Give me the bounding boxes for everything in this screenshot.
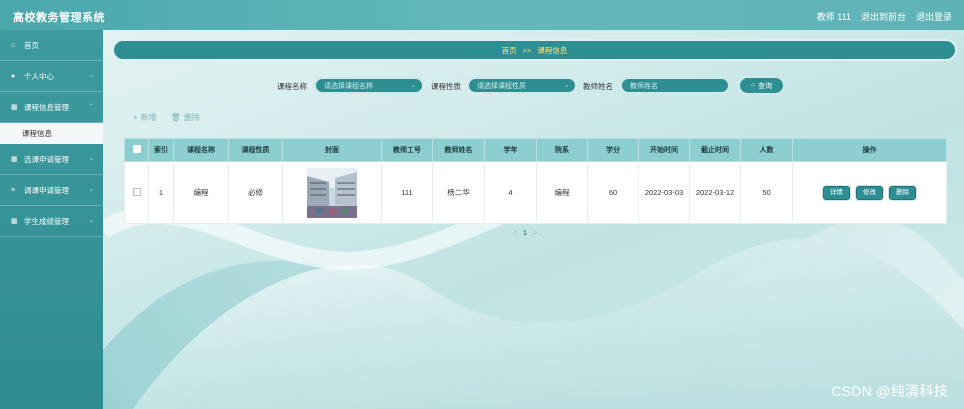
list-icon: ≡ [11,186,16,194]
breadcrumb: 首页 >> 课程信息 [112,39,957,61]
cell-start-date: 2022-03-03 [638,161,690,224]
cell-credit: 60 [587,161,639,224]
chevron-up-icon: ⌃ [88,104,94,110]
column-header: 院系 [536,138,588,162]
breadcrumb-current: 课程信息 [537,45,568,55]
column-header: 课程性质 [228,138,283,162]
chevron-down-icon: ⌄ [88,156,94,162]
row-checkbox[interactable] [132,187,141,196]
cell-end-date: 2022-03-12 [689,161,741,224]
detail-button[interactable]: 详情 [822,185,850,200]
breadcrumb-separator: >> [522,45,532,55]
sidebar-subitem-course-info[interactable]: 课程信息 [0,123,103,144]
cell-count: 50 [740,161,793,224]
row-delete-button[interactable]: 删除 [889,185,917,200]
page-number-button[interactable]: 1 [523,230,527,237]
top-bar: 高校教务管理系统 教师 111 退出到前台 退出登录 [0,0,964,30]
teacher-name-input[interactable]: 教师姓名 [620,77,730,94]
sidebar-item-score-manage[interactable]: ▦ 学生成绩管理 ⌄ [0,206,103,237]
home-icon: ⌂ [11,41,16,49]
table-header-row: 索引 课程名称 课程性质 封面 教师工号 教师姓名 学年 院系 学分 开始时间 … [124,138,947,162]
cell-index: 1 [148,161,174,224]
teacher-name-placeholder: 教师姓名 [630,82,658,90]
pagination: < 1 > [513,230,537,237]
user-name: 教师 111 [816,12,851,22]
add-button-label: 新增 [140,113,157,122]
column-header: 操作 [792,138,947,162]
app-title: 高校教务管理系统 [13,12,105,24]
grid-icon: ▦ [11,156,18,163]
sidebar-item-select-apply[interactable]: ▦ 选课申请管理 ⌄ [0,144,103,175]
sidebar-item-label: 选课申请管理 [24,154,69,164]
chevron-down-icon: ⌄ [563,83,569,89]
grid-icon: ▦ [11,218,18,225]
cell-course-name: 编程 [173,161,229,224]
edit-button[interactable]: 修改 [856,185,883,200]
course-name-placeholder: 请选择课程名称 [324,82,373,90]
course-name-select[interactable]: 请选择课程名称 ⌄ [314,77,424,94]
trash-icon: 🗑 [170,113,181,122]
column-header: 课程名称 [173,138,229,162]
course-type-select[interactable]: 请选择课程性质 ⌄ [467,77,577,94]
row-select-cell[interactable] [124,161,149,224]
column-header: 学分 [587,138,639,162]
sidebar-item-label: 首页 [24,40,39,50]
table-actions: + 新增 🗑 删除 [133,112,200,123]
cell-operations: 详情 修改 删除 [792,161,947,224]
cell-teacher-name: 杨二华 [432,161,485,224]
cover-image [307,167,357,218]
sidebar-item-label: 学生成绩管理 [24,216,69,226]
sidebar-item-label: 调课申请管理 [24,185,69,195]
exit-to-front-link[interactable]: 退出到前台 [861,10,906,23]
sidebar-item-profile[interactable]: ● 个人中心 ⌄ [0,61,103,92]
select-all-cell[interactable] [124,138,149,162]
watermark: CSDN @纯清科技 [831,383,948,399]
query-button[interactable]: ○ 查询 [738,76,785,95]
plus-icon: + [133,113,138,122]
cell-course-type: 必修 [228,161,283,224]
chevron-down-icon: ⌄ [88,218,94,224]
sidebar: ⌂ 首页 ● 个人中心 ⌄ ▦ 课程信息管理 ⌃ 课程信息 ▦ 选课申请管理 ⌄… [0,30,103,409]
column-header: 学年 [484,138,537,162]
course-type-label: 课程性质 [431,82,461,91]
sidebar-item-home[interactable]: ⌂ 首页 [0,30,103,61]
column-header: 开始时间 [638,138,690,162]
next-page-button[interactable]: > [533,230,537,237]
column-header: 截止时间 [689,138,741,162]
breadcrumb-home[interactable]: 首页 [502,45,517,56]
teacher-name-label: 教师姓名 [583,82,613,91]
user-menu: 教师 111 退出到前台 退出登录 [817,10,952,23]
delete-button[interactable]: 🗑 删除 [171,112,200,123]
column-header: 索引 [148,138,174,162]
search-icon: ○ [750,82,756,89]
query-button-label: 查询 [758,82,773,90]
course-name-label: 课程名称 [277,82,307,91]
cell-teacher-no: 111 [381,161,433,224]
column-header: 教师工号 [381,138,433,162]
cell-department: 编程 [536,161,588,224]
column-header: 人数 [740,138,793,162]
sidebar-item-adjust-apply[interactable]: ≡ 调课申请管理 ⌄ [0,175,103,206]
sidebar-subitem-label: 课程信息 [22,129,52,138]
course-type-placeholder: 请选择课程性质 [477,82,526,90]
logout-link[interactable]: 退出登录 [916,10,952,23]
add-button[interactable]: + 新增 [133,112,157,123]
user-icon: ● [11,72,16,80]
cell-year: 4 [484,161,537,224]
chevron-down-icon: ⌄ [410,83,416,89]
column-header: 封面 [282,138,382,162]
prev-page-button[interactable]: < [513,230,517,237]
sidebar-item-label: 个人中心 [24,71,54,81]
cell-cover [282,161,382,224]
chevron-down-icon: ⌄ [88,187,94,193]
sidebar-item-course-manage[interactable]: ▦ 课程信息管理 ⌃ [0,92,103,123]
chevron-down-icon: ⌄ [88,73,94,79]
column-header: 教师姓名 [432,138,485,162]
table-row: 1 编程 必修 111 杨二华 4 编程 60 2022-03-03 2022-… [124,161,947,224]
sidebar-item-label: 课程信息管理 [24,102,69,112]
delete-button-label: 删除 [183,113,200,122]
grid-icon: ▦ [11,104,18,111]
select-all-checkbox[interactable] [132,145,141,153]
course-table: 索引 课程名称 课程性质 封面 教师工号 教师姓名 学年 院系 学分 开始时间 … [124,138,947,224]
